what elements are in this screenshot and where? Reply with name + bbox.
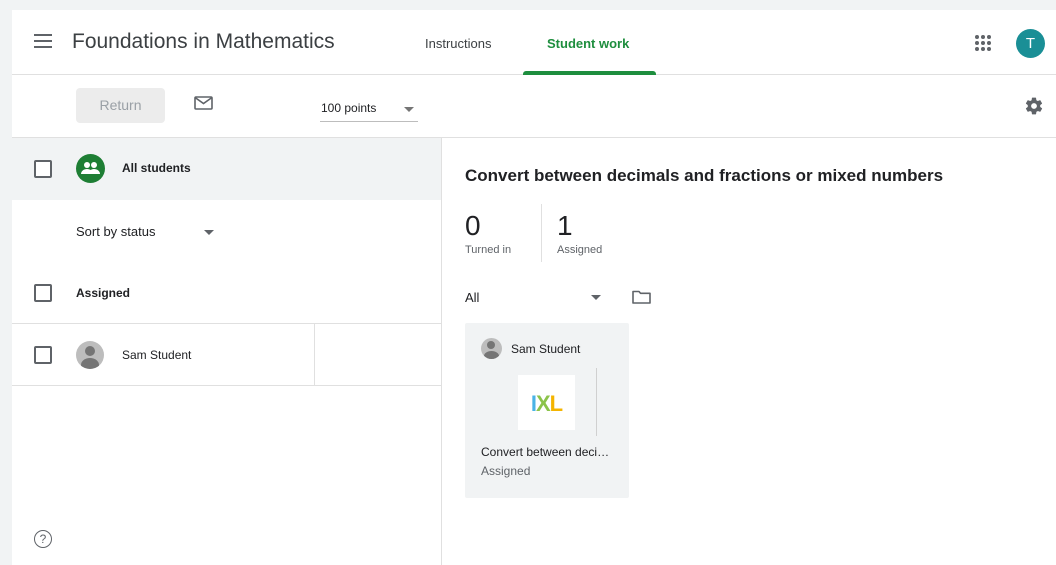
all-students-checkbox[interactable] [34, 160, 52, 178]
top-strip [0, 0, 1056, 10]
assignment-title: Convert between decimals and fractions o… [465, 166, 944, 185]
ixl-logo: IXL [530, 391, 563, 416]
chevron-down-icon [404, 107, 414, 112]
assigned-group-label: Assigned [76, 286, 131, 300]
return-button[interactable]: Return [76, 88, 165, 123]
divider [596, 368, 597, 436]
student-name: Sam Student [122, 348, 192, 362]
assignment-detail-panel: Convert between decimals and fractions o… [443, 138, 1056, 565]
attachment-thumbnail[interactable]: IXL [518, 375, 575, 430]
assigned-group-checkbox[interactable] [34, 284, 52, 302]
account-avatar[interactable]: T [1016, 29, 1045, 58]
all-students-row[interactable]: All students [12, 138, 441, 200]
turned-in-label: Turned in [465, 244, 512, 256]
tab-student-work[interactable]: Student work [547, 36, 629, 51]
card-student-name: Sam Student [511, 342, 581, 356]
divider [314, 324, 315, 385]
turned-in-stat: 0 Turned in [465, 210, 511, 256]
assigned-count: 1 [557, 210, 573, 241]
people-icon [76, 154, 105, 183]
student-row[interactable]: Sam Student [12, 324, 441, 386]
mail-icon[interactable] [194, 96, 213, 110]
all-students-label: All students [122, 161, 191, 175]
chevron-down-icon[interactable] [204, 230, 214, 235]
filter-dropdown[interactable]: All [465, 290, 479, 305]
toolbar: Return 100 points [12, 75, 1056, 138]
class-title[interactable]: Foundations in Mathematics [72, 30, 335, 54]
student-work-card[interactable]: Sam Student IXL Convert between deci… As… [465, 323, 629, 498]
folder-icon[interactable] [632, 289, 651, 304]
avatar [481, 338, 502, 359]
points-value: 100 points [321, 101, 377, 115]
sort-dropdown[interactable]: Sort by status [76, 224, 155, 239]
assigned-label: Assigned [557, 244, 603, 256]
apps-grid-icon[interactable] [975, 35, 991, 51]
points-select[interactable]: 100 points [320, 94, 418, 122]
turned-in-count: 0 [465, 210, 481, 241]
app-header: Foundations in Mathematics Instructions … [12, 10, 1056, 75]
card-status: Assigned [481, 464, 531, 478]
attachment-title: Convert between deci… [481, 445, 610, 459]
avatar [76, 341, 104, 369]
help-icon[interactable]: ? [34, 530, 52, 548]
gear-icon[interactable] [1024, 96, 1044, 116]
left-strip [0, 10, 12, 565]
chevron-down-icon[interactable] [591, 295, 601, 300]
menu-icon[interactable] [34, 34, 52, 48]
student-checkbox[interactable] [34, 346, 52, 364]
divider [541, 204, 542, 262]
student-list-panel: All students Sort by status Assigned Sam… [12, 138, 442, 565]
tab-instructions[interactable]: Instructions [425, 36, 491, 51]
assigned-stat: 1 Assigned [557, 210, 602, 256]
